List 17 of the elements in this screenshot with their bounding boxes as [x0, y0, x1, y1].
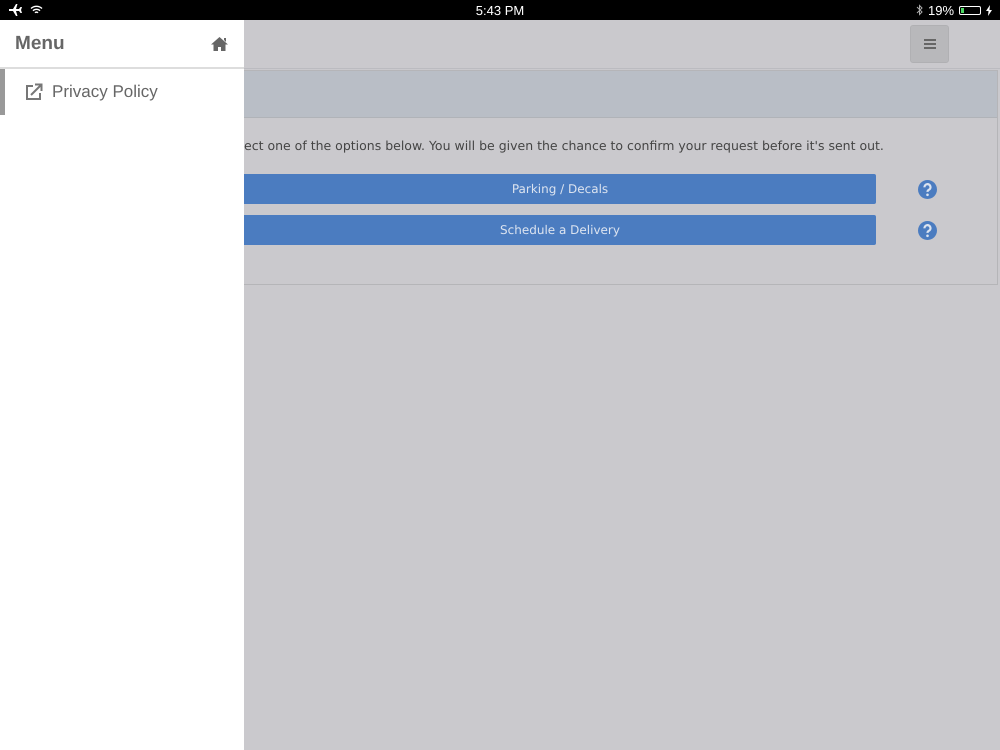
menu-button[interactable]	[910, 25, 949, 63]
battery-percent: 19%	[928, 2, 954, 18]
help-icon[interactable]	[918, 180, 937, 198]
option-button[interactable]: Parking / Decals	[244, 174, 876, 204]
home-icon[interactable]	[210, 36, 229, 52]
airplane-icon	[8, 4, 22, 16]
battery-icon	[959, 6, 982, 14]
menu-title: Menu	[15, 32, 65, 54]
status-time: 5:43 PM	[476, 2, 524, 18]
wifi-icon	[30, 5, 43, 15]
instruction-text: ect one of the options below. You will be given the chance to confirm your request before it's sent out.	[244, 138, 885, 153]
option-button[interactable]: Schedule a Delivery	[244, 215, 876, 245]
charging-icon	[986, 4, 992, 16]
menu-icon	[924, 39, 936, 49]
help-icon[interactable]	[918, 220, 937, 240]
external-link-icon	[25, 83, 43, 101]
bluetooth-icon	[916, 4, 923, 16]
